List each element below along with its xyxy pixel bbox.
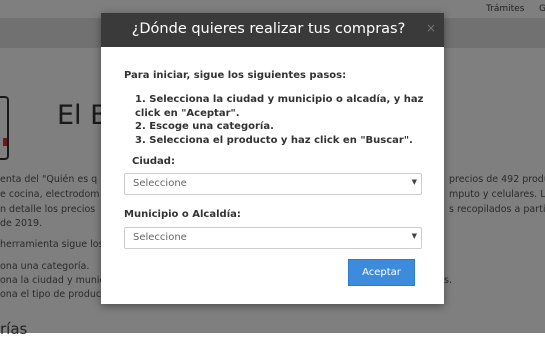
municipio-select[interactable]: Seleccione ▼ (124, 227, 422, 249)
municipio-label: Municipio o Alcaldía: (124, 209, 241, 220)
close-icon[interactable]: × (426, 21, 436, 35)
steps-list: 1. Selecciona la ciudad y municipio o al… (135, 93, 425, 147)
ciudad-label: Ciudad: (132, 156, 175, 167)
ciudad-select-value: Seleccione (133, 178, 187, 189)
chevron-down-icon: ▼ (411, 232, 417, 240)
store-location-modal: ¿Dónde quieres realizar tus compras? × P… (101, 13, 444, 304)
accept-button[interactable]: Aceptar (348, 259, 415, 286)
step-item: 3. Selecciona el producto y haz click en… (135, 134, 413, 146)
modal-title: ¿Dónde quieres realizar tus compras? (131, 21, 406, 37)
step-item: 2. Escoge una categoría. (135, 121, 274, 132)
chevron-down-icon: ▼ (411, 178, 417, 186)
ciudad-select[interactable]: Seleccione ▼ (124, 173, 422, 195)
instructions-intro: Para iniciar, sigue los siguientes pasos… (124, 70, 347, 81)
modal-header: ¿Dónde quieres realizar tus compras? × (101, 13, 444, 47)
municipio-select-value: Seleccione (133, 232, 187, 243)
step-item: 1. Selecciona la ciudad y municipio o al… (135, 94, 424, 119)
